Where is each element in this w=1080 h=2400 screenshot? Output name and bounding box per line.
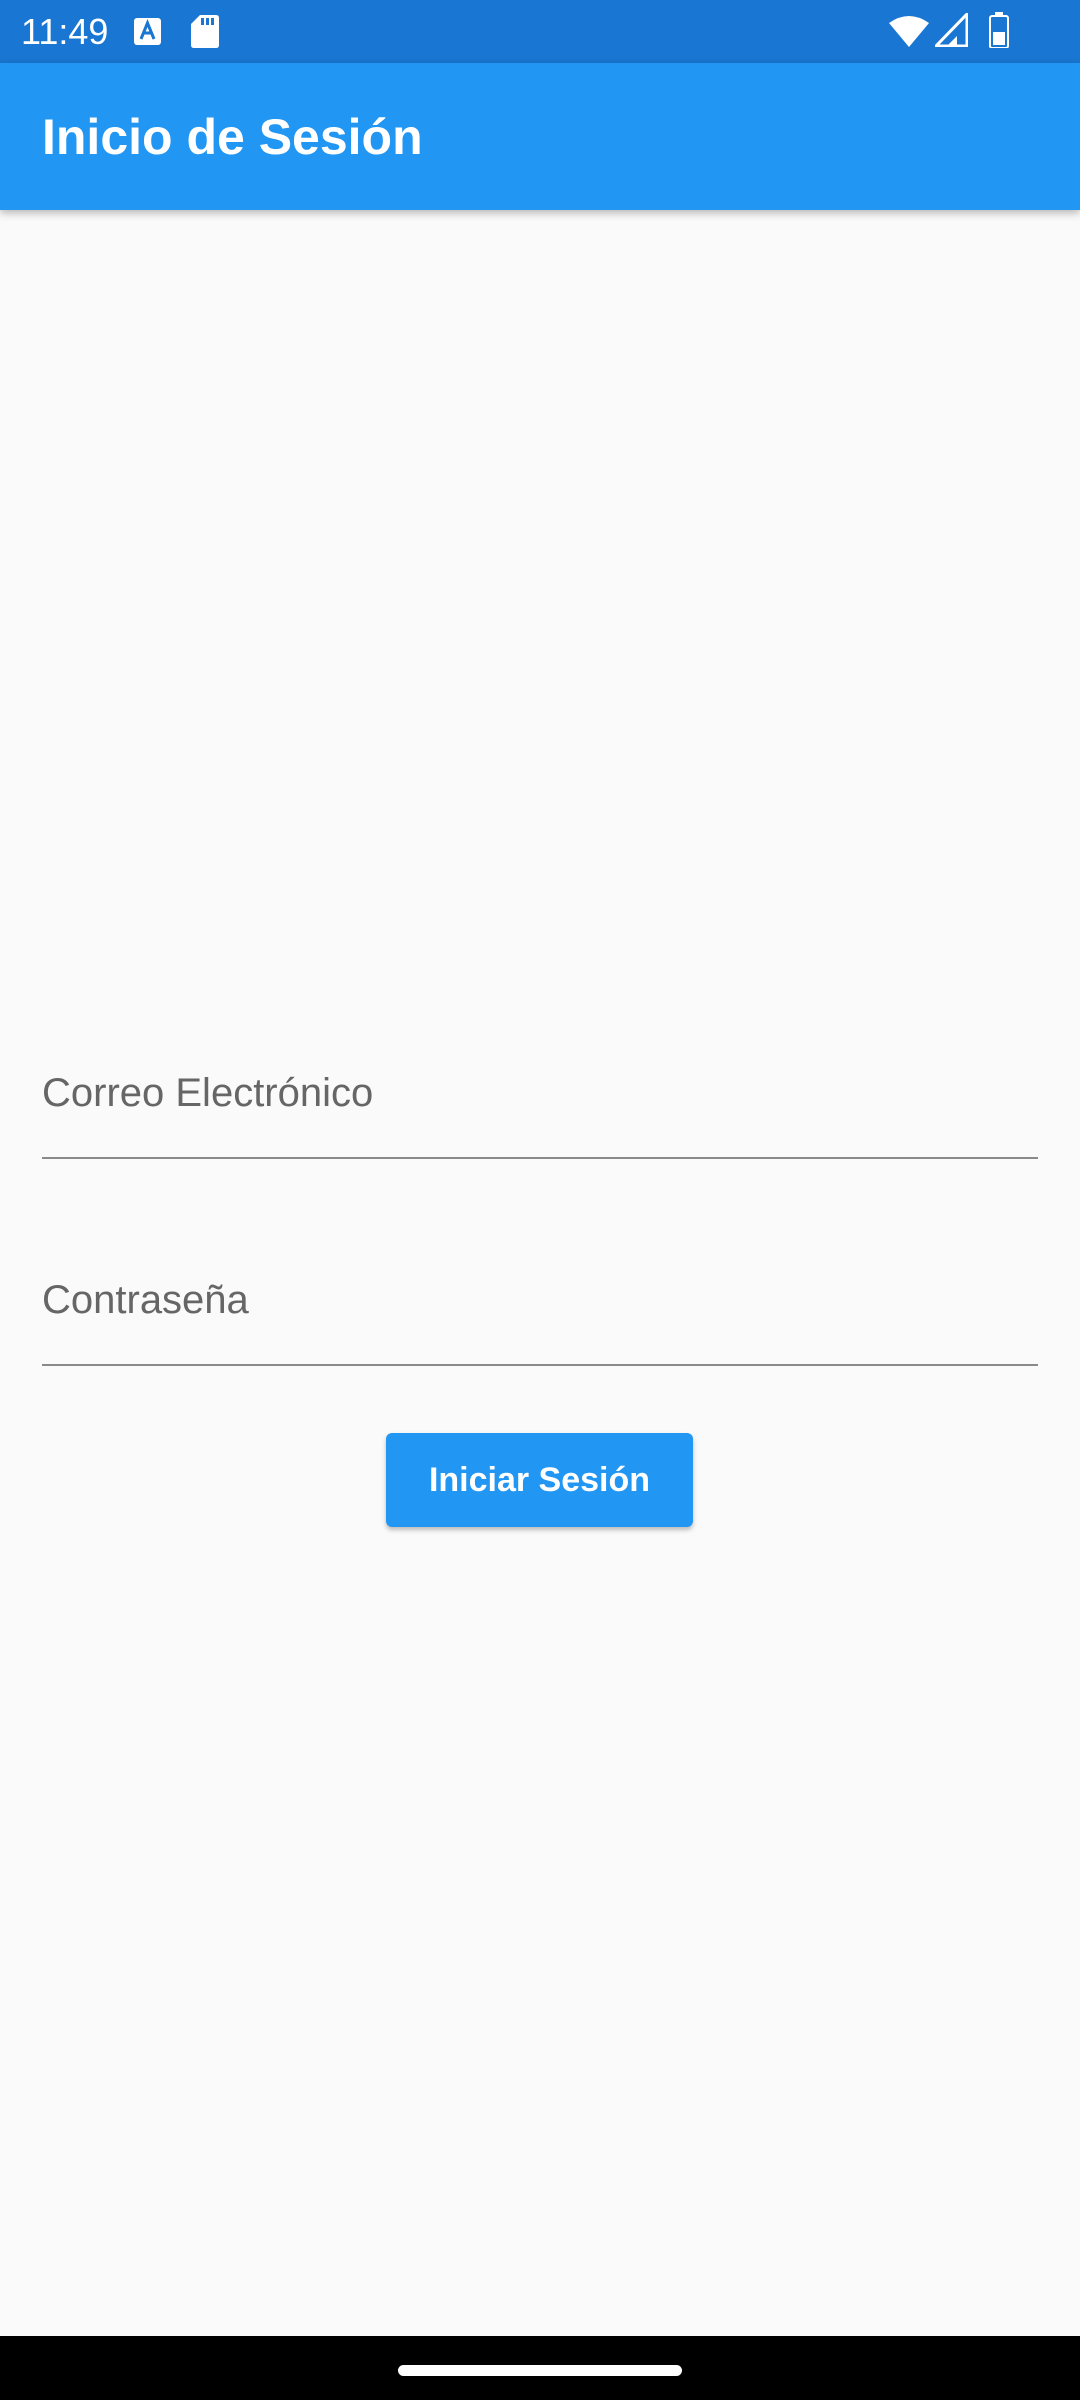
home-indicator[interactable]: [398, 2365, 682, 2376]
app-bar: Inicio de Sesión: [0, 63, 1080, 210]
email-input[interactable]: [42, 1029, 1038, 1157]
password-underline: [42, 1364, 1038, 1366]
navigation-bar: [0, 2336, 1080, 2400]
text-a-icon: [134, 18, 161, 45]
password-field[interactable]: Contraseña: [42, 1236, 1038, 1366]
page-title: Inicio de Sesión: [42, 109, 423, 165]
status-time: 11:49: [21, 11, 109, 52]
cell-signal-icon: [935, 13, 968, 47]
password-input[interactable]: [42, 1236, 1038, 1364]
email-underline: [42, 1157, 1038, 1159]
status-bar: 11:49: [0, 0, 1080, 63]
wifi-icon: [889, 16, 929, 47]
sd-card-icon: [191, 15, 219, 48]
battery-icon: [989, 12, 1009, 48]
login-button[interactable]: Iniciar Sesión: [386, 1433, 693, 1527]
email-field[interactable]: Correo Electrónico: [42, 1029, 1038, 1159]
